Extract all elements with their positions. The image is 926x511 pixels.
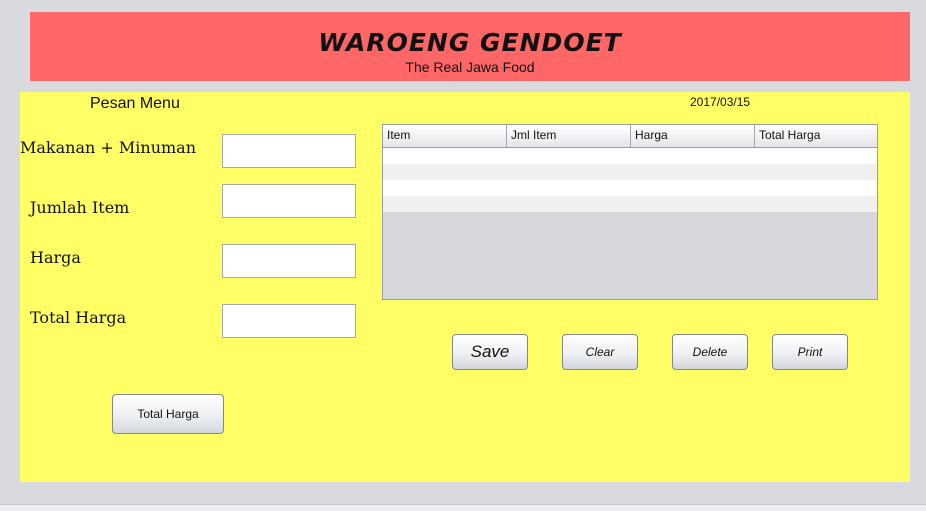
panel-title: Pesan Menu bbox=[90, 95, 180, 112]
date-label: 2017/03/15 bbox=[690, 95, 751, 109]
table-row[interactable] bbox=[383, 164, 877, 180]
column-header-harga[interactable]: Harga bbox=[631, 125, 755, 147]
app-subtitle: The Real Jawa Food bbox=[405, 59, 535, 75]
app-title: WAROENG GENDOET bbox=[318, 28, 622, 57]
total-harga-input[interactable] bbox=[222, 304, 356, 338]
table-row[interactable] bbox=[383, 196, 877, 212]
table-row[interactable] bbox=[383, 180, 877, 196]
header-banner: WAROENG GENDOET The Real Jawa Food bbox=[30, 12, 910, 81]
harga-input[interactable] bbox=[222, 244, 356, 278]
print-button[interactable]: Print bbox=[772, 334, 848, 370]
window-bottom-border bbox=[0, 504, 926, 511]
clear-button[interactable]: Clear bbox=[562, 334, 638, 370]
jumlah-item-input[interactable] bbox=[222, 184, 356, 218]
jumlah-item-label: Jumlah Item bbox=[30, 198, 130, 217]
table-row[interactable] bbox=[383, 148, 877, 164]
total-harga-button[interactable]: Total Harga bbox=[112, 394, 224, 434]
order-panel: Pesan Menu 2017/03/15 Makanan + Minuman … bbox=[20, 92, 910, 482]
total-harga-label: Total Harga bbox=[30, 308, 127, 327]
delete-button[interactable]: Delete bbox=[672, 334, 748, 370]
app-window: WAROENG GENDOET The Real Jawa Food Pesan… bbox=[0, 0, 926, 511]
column-header-total-harga[interactable]: Total Harga bbox=[755, 125, 877, 147]
order-table[interactable]: Item Jml Item Harga Total Harga bbox=[382, 124, 878, 300]
column-header-item[interactable]: Item bbox=[383, 125, 507, 147]
table-header: Item Jml Item Harga Total Harga bbox=[383, 125, 877, 148]
makanan-minuman-input[interactable] bbox=[222, 134, 356, 168]
save-button[interactable]: Save bbox=[452, 334, 528, 370]
harga-label: Harga bbox=[30, 248, 81, 267]
column-header-jml-item[interactable]: Jml Item bbox=[507, 125, 631, 147]
makanan-minuman-label: Makanan + Minuman bbox=[20, 138, 197, 157]
